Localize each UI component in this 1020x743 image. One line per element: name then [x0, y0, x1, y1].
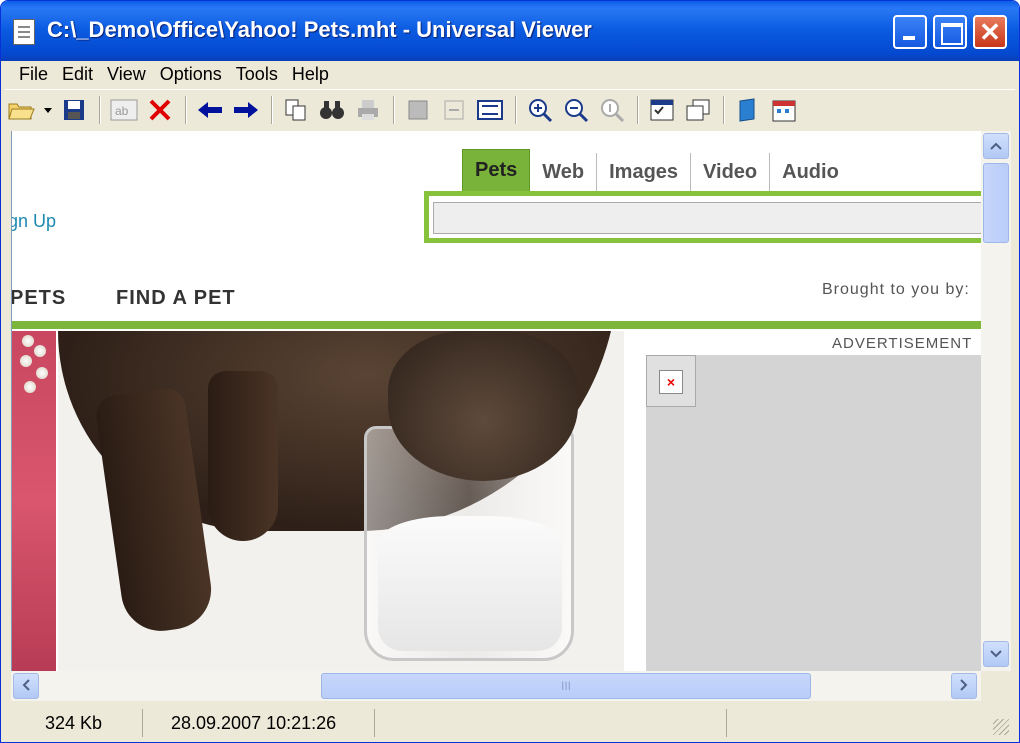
windows-icon[interactable]: [681, 94, 715, 126]
status-panel: [727, 709, 1007, 737]
document-icon: [13, 19, 35, 45]
scroll-left-button[interactable]: [13, 673, 39, 699]
horizontal-scroll-thumb[interactable]: III: [321, 673, 811, 699]
book-icon[interactable]: [731, 94, 765, 126]
fit-width-icon[interactable]: [437, 94, 471, 126]
tab-video[interactable]: Video: [691, 153, 771, 191]
pearl-decoration: [24, 381, 36, 393]
menu-file[interactable]: File: [19, 64, 48, 85]
toolbar-separator: [637, 95, 639, 124]
forward-arrow-icon[interactable]: [229, 94, 263, 126]
pearl-decoration: [22, 335, 34, 347]
scroll-up-button[interactable]: [983, 133, 1009, 159]
search-input[interactable]: [433, 202, 981, 234]
close-icon: ✕: [979, 17, 1001, 47]
search-tabs: Pets Web Images Video Audio: [462, 149, 851, 191]
options-icon[interactable]: [645, 94, 679, 126]
toolbar-separator: [393, 95, 395, 124]
maximize-button[interactable]: [933, 15, 967, 49]
resize-grip-icon[interactable]: [993, 719, 1009, 735]
toolbar-separator: [723, 95, 725, 124]
status-panel: [375, 709, 727, 737]
tab-web[interactable]: Web: [530, 153, 598, 191]
side-photo-strip: [12, 331, 58, 671]
chevron-right-icon: [960, 679, 968, 691]
signup-link[interactable]: gn Up: [12, 211, 56, 232]
broken-image-icon: ×: [659, 370, 683, 394]
calendar-icon[interactable]: [767, 94, 801, 126]
print-icon[interactable]: [351, 94, 385, 126]
text-mode-icon[interactable]: ab: [107, 94, 141, 126]
file-size: 324 Kb: [5, 709, 143, 737]
toolbar-separator: [271, 95, 273, 124]
document-viewport[interactable]: Pets Web Images Video Audio gn Up PETS F…: [11, 131, 981, 671]
cat-leg: [208, 371, 278, 541]
broken-image-placeholder: ×: [646, 355, 696, 407]
nav-find-a-pet[interactable]: FIND A PET: [116, 287, 236, 310]
back-arrow-icon[interactable]: [193, 94, 227, 126]
search-box: [424, 191, 981, 243]
fit-height-icon[interactable]: [473, 94, 507, 126]
pearl-decoration: [36, 367, 48, 379]
menu-options[interactable]: Options: [160, 64, 222, 85]
dropdown-arrow-icon[interactable]: [41, 94, 55, 126]
toolbar-separator: [99, 95, 101, 124]
vertical-scrollbar[interactable]: [981, 131, 1011, 671]
find-icon[interactable]: [315, 94, 349, 126]
cat-head: [388, 331, 578, 481]
status-bar: 324 Kb 28.09.2007 10:21:26: [5, 707, 1015, 739]
toolbar-separator: [185, 95, 187, 124]
file-date: 28.09.2007 10:21:26: [143, 709, 375, 737]
tab-images[interactable]: Images: [597, 153, 692, 191]
pearl-decoration: [20, 355, 32, 367]
app-window: C:\_Demo\Office\Yahoo! Pets.mht - Univer…: [0, 0, 1020, 743]
open-folder-icon[interactable]: [5, 94, 39, 126]
minimize-button[interactable]: [893, 15, 927, 49]
scroll-right-button[interactable]: [951, 673, 977, 699]
menu-edit[interactable]: Edit: [62, 64, 93, 85]
fit-icon[interactable]: [401, 94, 435, 126]
menu-bar: File Edit View Options Tools Help: [5, 61, 1015, 87]
milk: [378, 516, 562, 651]
tab-audio[interactable]: Audio: [770, 153, 851, 191]
vertical-scroll-thumb[interactable]: [983, 163, 1009, 243]
copy-icon[interactable]: [279, 94, 313, 126]
close-file-icon[interactable]: [143, 94, 177, 126]
zoom-in-icon[interactable]: [523, 94, 557, 126]
scrollbar-corner: [981, 671, 1011, 701]
close-button[interactable]: ✕: [973, 15, 1007, 49]
sponsor-label: Brought to you by:: [822, 281, 970, 298]
horizontal-scrollbar[interactable]: III: [11, 671, 981, 701]
menu-view[interactable]: View: [107, 64, 146, 85]
toolbar: ab: [5, 89, 1015, 129]
advertisement-box: ×: [646, 355, 981, 671]
menu-help[interactable]: Help: [292, 64, 329, 85]
tab-pets[interactable]: Pets: [462, 149, 531, 191]
svg-text:ab: ab: [115, 104, 129, 118]
zoom-out-icon[interactable]: [559, 94, 593, 126]
scroll-down-button[interactable]: [983, 641, 1009, 667]
advertisement-label: ADVERTISEMENT: [832, 335, 973, 352]
chevron-left-icon: [22, 679, 30, 691]
save-icon[interactable]: [57, 94, 91, 126]
zoom-original-icon[interactable]: [595, 94, 629, 126]
pearl-decoration: [34, 345, 46, 357]
menu-tools[interactable]: Tools: [236, 64, 278, 85]
nav-pets[interactable]: PETS: [12, 287, 66, 310]
header-divider: [12, 321, 981, 329]
chevron-down-icon: [990, 650, 1002, 658]
title-bar[interactable]: C:\_Demo\Office\Yahoo! Pets.mht - Univer…: [1, 1, 1019, 61]
toolbar-separator: [515, 95, 517, 124]
chevron-up-icon: [990, 142, 1002, 150]
cat-drinking-milk-photo: [58, 331, 624, 671]
window-title: C:\_Demo\Office\Yahoo! Pets.mht - Univer…: [47, 17, 592, 42]
